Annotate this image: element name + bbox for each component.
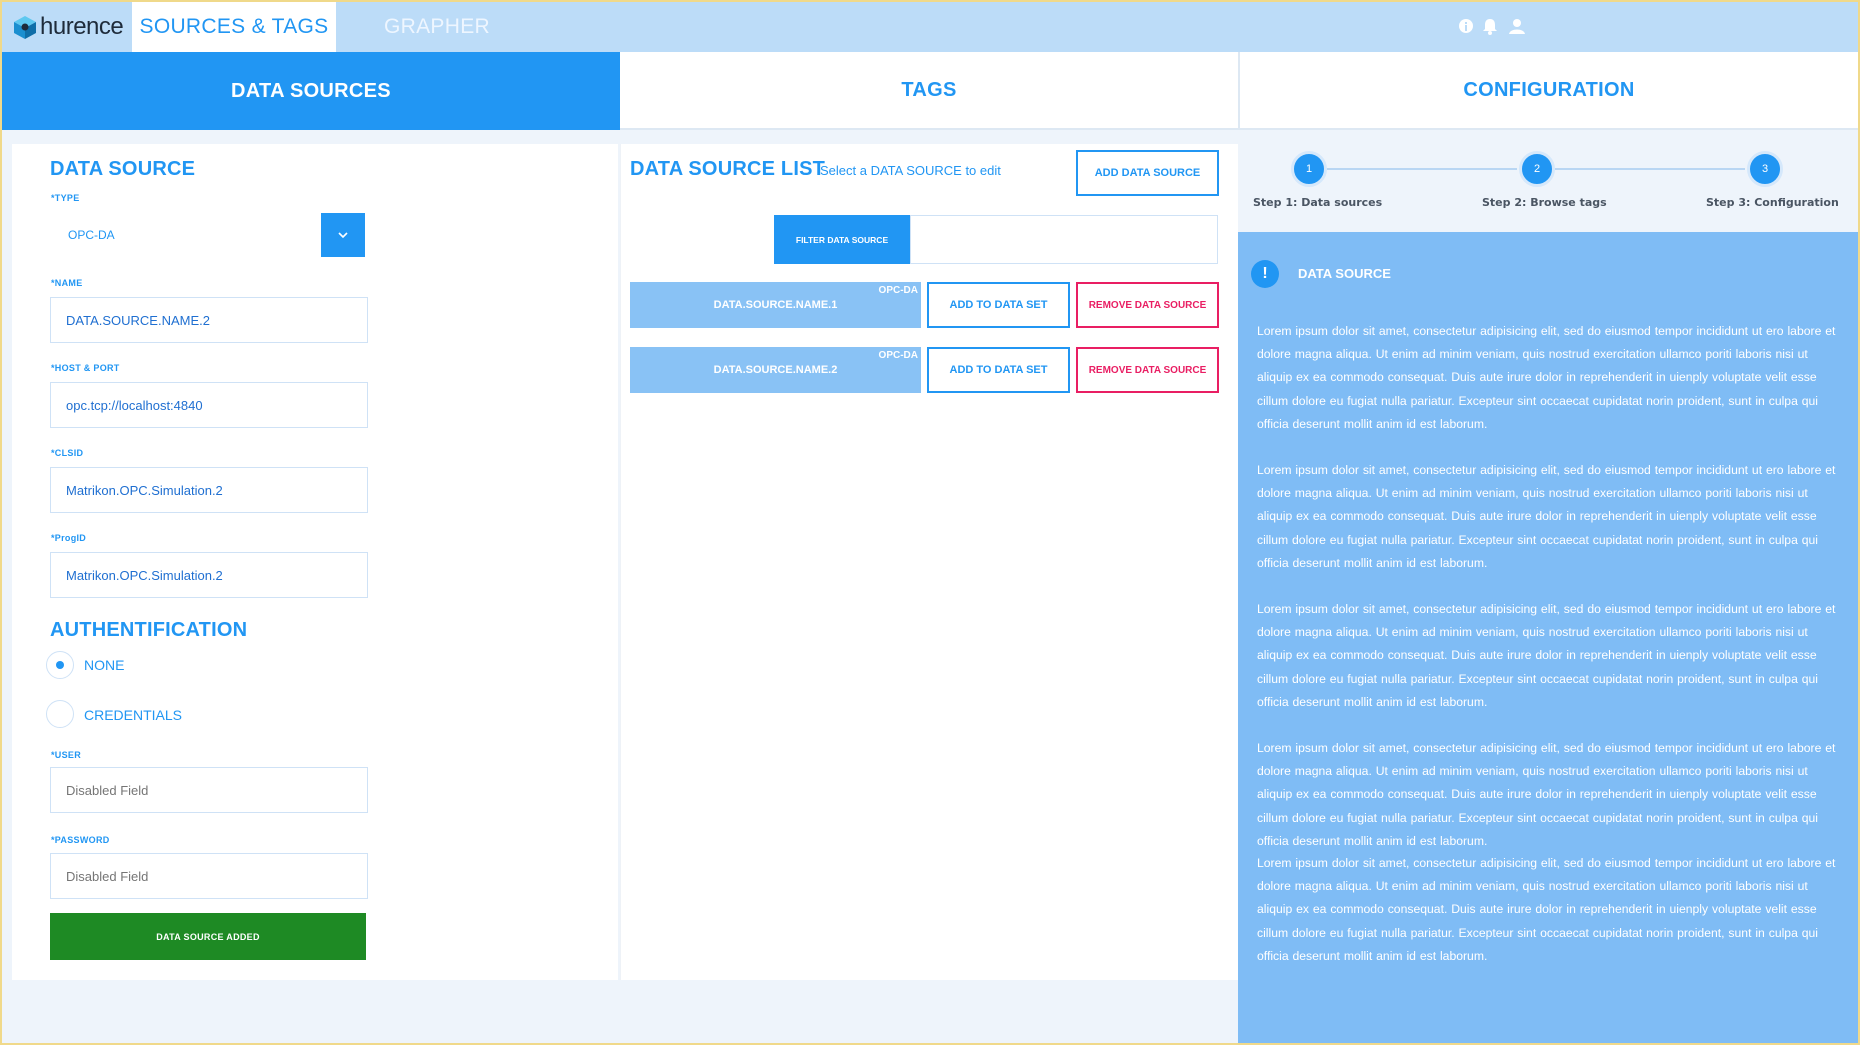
clsid-label: *CLSID: [51, 448, 84, 458]
step-connector: [1555, 168, 1745, 170]
add-data-source-button[interactable]: ADD DATA SOURCE: [1076, 150, 1219, 196]
info-paragraph: Lorem ipsum dolor sit amet, consectetur …: [1257, 324, 1836, 431]
list-subtitle: Select a DATA SOURCE to edit: [820, 163, 1001, 178]
type-select[interactable]: OPC-DA: [50, 213, 366, 257]
step-2-circle[interactable]: 2: [1519, 151, 1555, 187]
data-source-type: OPC-DA: [878, 350, 918, 361]
password-label: *PASSWORD: [51, 835, 110, 845]
remove-data-source-button[interactable]: REMOVE DATA SOURCE: [1076, 347, 1219, 393]
tab-tags[interactable]: TAGS: [620, 52, 1238, 130]
clsid-field[interactable]: [50, 467, 368, 513]
filter-input[interactable]: [910, 215, 1218, 264]
tab-data-sources[interactable]: DATA SOURCES: [2, 52, 620, 130]
add-to-data-set-button[interactable]: ADD TO DATA SET: [927, 282, 1070, 328]
data-source-type: OPC-DA: [878, 285, 918, 296]
data-source-added-button[interactable]: DATA SOURCE ADDED: [50, 913, 366, 960]
nav-tab-sources-tags[interactable]: SOURCES & TAGS: [132, 2, 336, 52]
tab-configuration[interactable]: CONFIGURATION: [1238, 52, 1858, 130]
step-3-label: Step 3: Configuration: [1706, 196, 1839, 209]
step-1-label: Step 1: Data sources: [1253, 196, 1383, 209]
name-field[interactable]: [50, 297, 368, 343]
step-2-label: Step 2: Browse tags: [1482, 196, 1607, 209]
data-source-item[interactable]: DATA.SOURCE.NAME.2 OPC-DA: [630, 347, 921, 393]
nav-tab-grapher[interactable]: GRAPHER: [336, 2, 538, 52]
host-port-field[interactable]: [50, 382, 368, 428]
info-title: DATA SOURCE: [1298, 266, 1391, 281]
step-connector: [1327, 168, 1517, 170]
radio-none-label: NONE: [84, 657, 125, 673]
info-paragraph: Lorem ipsum dolor sit amet, consectetur …: [1257, 463, 1836, 570]
bell-icon[interactable]: [1480, 16, 1500, 36]
name-label: *NAME: [51, 278, 83, 288]
user-field[interactable]: [50, 767, 368, 813]
user-label: *USER: [51, 750, 82, 760]
brand-logo[interactable]: hurence: [12, 2, 132, 52]
info-paragraph: Lorem ipsum dolor sit amet, consectetur …: [1257, 602, 1836, 709]
radio-none[interactable]: [46, 651, 74, 679]
progid-label: *ProgID: [51, 533, 87, 543]
type-label: *TYPE: [51, 193, 80, 203]
user-icon[interactable]: [1507, 16, 1527, 36]
step-3-circle[interactable]: 3: [1747, 151, 1783, 187]
radio-credentials[interactable]: [46, 700, 74, 728]
host-port-label: *HOST & PORT: [51, 363, 120, 373]
info-paragraph: Lorem ipsum dolor sit amet, consectetur …: [1257, 741, 1836, 848]
radio-credentials-label: CREDENTIALS: [84, 707, 183, 723]
brand-name: hurence: [40, 13, 124, 40]
list-title: DATA SOURCE LIST: [630, 158, 826, 180]
type-dropdown-button[interactable]: [321, 213, 365, 257]
chevron-down-icon: [338, 232, 348, 239]
progid-field[interactable]: [50, 552, 368, 598]
form-title: DATA SOURCE: [50, 158, 196, 180]
data-source-name: DATA.SOURCE.NAME.1: [713, 299, 838, 311]
step-1-circle[interactable]: 1: [1291, 151, 1327, 187]
authentication-title: AUTHENTIFICATION: [50, 619, 248, 641]
info-paragraph: Lorem ipsum dolor sit amet, consectetur …: [1257, 856, 1836, 963]
filter-data-source-button[interactable]: FILTER DATA SOURCE: [774, 215, 910, 264]
data-source-item[interactable]: DATA.SOURCE.NAME.1 OPC-DA: [630, 282, 921, 328]
add-to-data-set-button[interactable]: ADD TO DATA SET: [927, 347, 1070, 393]
radio-selected-dot: [56, 661, 64, 669]
remove-data-source-button[interactable]: REMOVE DATA SOURCE: [1076, 282, 1219, 328]
cube-logo-icon: [14, 16, 36, 39]
exclamation-icon: !: [1251, 260, 1279, 288]
data-source-name: DATA.SOURCE.NAME.2: [713, 364, 838, 376]
data-source-list-panel: [620, 144, 1238, 980]
top-bar: hurence SOURCES & TAGS GRAPHER: [2, 2, 1858, 52]
password-field[interactable]: [50, 853, 368, 899]
info-icon[interactable]: [1456, 16, 1476, 36]
